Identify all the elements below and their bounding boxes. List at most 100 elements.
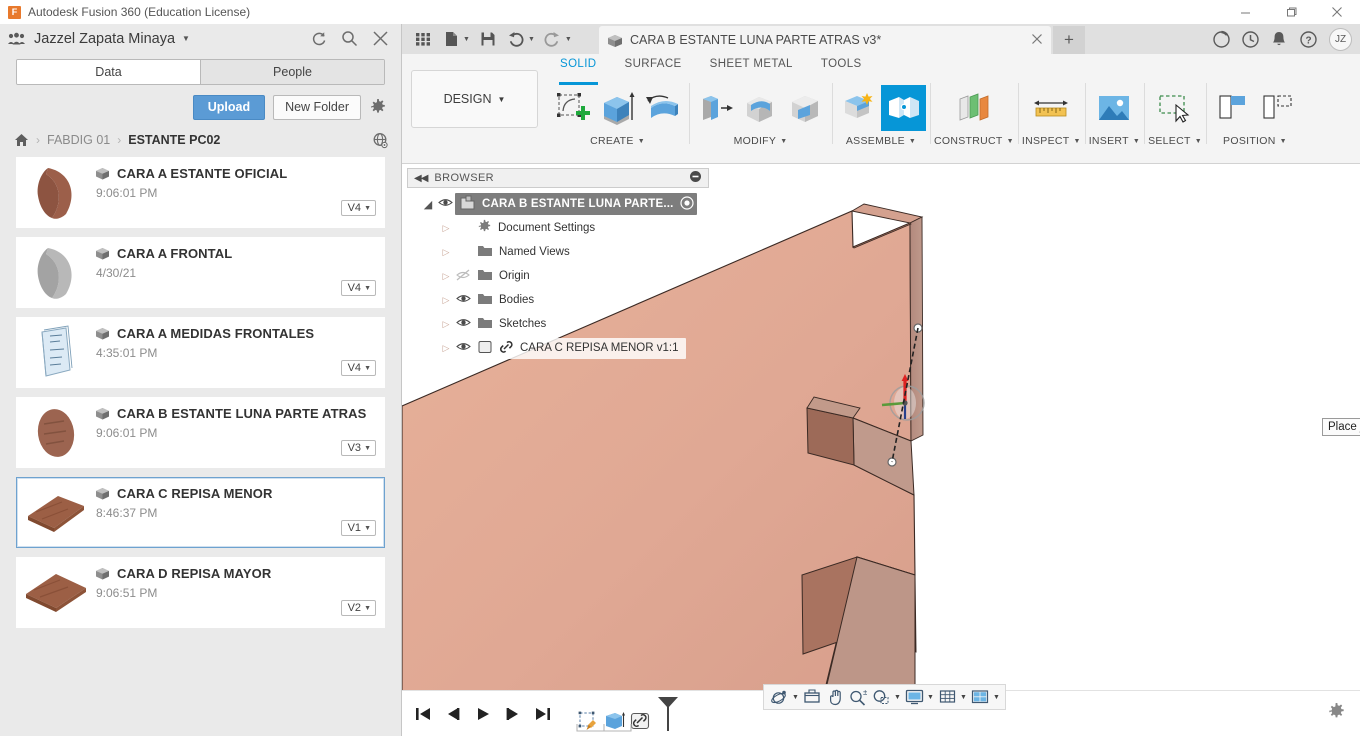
tab-surface[interactable]: SURFACE bbox=[611, 54, 696, 76]
shell-icon[interactable] bbox=[783, 85, 828, 131]
redo-icon[interactable] bbox=[540, 26, 566, 52]
document-tab[interactable]: CARA B ESTANTE LUNA PARTE ATRAS v3* bbox=[599, 26, 1051, 54]
step-forward-icon[interactable] bbox=[503, 704, 523, 724]
expand-arrow-icon[interactable]: ▷ bbox=[439, 223, 453, 234]
joint-icon[interactable] bbox=[881, 85, 926, 131]
workspace-selector[interactable]: DESIGN ▼ bbox=[411, 70, 538, 128]
tree-label-wrap[interactable]: Document Settings bbox=[473, 217, 603, 239]
gear-icon[interactable] bbox=[369, 98, 387, 116]
tree-node-named-views[interactable]: ▷ Named Views bbox=[407, 240, 709, 264]
orbit-icon[interactable] bbox=[768, 686, 790, 708]
avatar[interactable]: JZ bbox=[1329, 27, 1352, 51]
search-icon[interactable] bbox=[341, 30, 358, 47]
version-badge[interactable]: V3 ▼ bbox=[340, 440, 376, 456]
tab-sheet-metal[interactable]: SHEET METAL bbox=[696, 54, 807, 76]
ribbon-group-label[interactable]: ASSEMBLE ▼ bbox=[846, 131, 916, 151]
new-component-icon[interactable] bbox=[836, 85, 881, 131]
visibility-eye-icon[interactable] bbox=[453, 293, 473, 307]
ribbon-group-label[interactable]: MODIFY ▼ bbox=[734, 131, 788, 151]
chevron-down-icon[interactable]: ▼ bbox=[565, 36, 572, 43]
tab-tools[interactable]: TOOLS bbox=[807, 54, 876, 76]
list-item[interactable]: CARA D REPISA MAYOR 9:06:51 PM V2 ▼ bbox=[16, 557, 385, 628]
viewports-icon[interactable] bbox=[969, 686, 991, 708]
chevron-down-icon[interactable]: ▼ bbox=[182, 34, 190, 43]
version-badge[interactable]: V4 ▼ bbox=[340, 360, 376, 376]
app-grid-icon[interactable] bbox=[410, 26, 436, 52]
activate-component-icon[interactable] bbox=[679, 195, 694, 213]
refresh-icon[interactable] bbox=[310, 30, 327, 47]
press-pull-icon[interactable] bbox=[693, 85, 738, 131]
zoom-window-icon[interactable] bbox=[870, 686, 892, 708]
list-item[interactable]: CARA A ESTANTE OFICIAL 9:06:01 PM V4 ▼ bbox=[16, 157, 385, 228]
skip-to-end-icon[interactable] bbox=[533, 704, 553, 724]
tree-root-label-wrap[interactable]: CARA B ESTANTE LUNA PARTE... bbox=[455, 193, 697, 215]
ribbon-group-label[interactable]: CONSTRUCT ▼ bbox=[934, 131, 1014, 151]
recent-icon[interactable] bbox=[1237, 26, 1263, 52]
visibility-eye-icon[interactable] bbox=[453, 317, 473, 331]
expand-arrow-icon[interactable]: ▷ bbox=[439, 247, 453, 258]
chevron-down-icon[interactable]: ▼ bbox=[893, 694, 902, 701]
tree-label-wrap[interactable]: Sketches bbox=[473, 314, 554, 334]
chevron-down-icon[interactable]: ▼ bbox=[926, 694, 935, 701]
move-copy-icon[interactable] bbox=[1255, 85, 1300, 131]
expand-arrow-icon[interactable]: ◢ bbox=[421, 198, 435, 211]
user-name[interactable]: Jazzel Zapata Minaya bbox=[34, 31, 175, 47]
pan-icon[interactable] bbox=[824, 686, 846, 708]
close-panel-icon[interactable] bbox=[372, 30, 389, 47]
extrude-icon[interactable] bbox=[595, 85, 640, 131]
bell-icon[interactable] bbox=[1266, 26, 1292, 52]
offset-plane-icon[interactable] bbox=[951, 85, 996, 131]
expand-arrow-icon[interactable]: ▷ bbox=[439, 271, 453, 282]
list-item[interactable]: CARA A FRONTAL 4/30/21 V4 ▼ bbox=[16, 237, 385, 308]
chevron-down-icon[interactable]: ▼ bbox=[791, 694, 800, 701]
visibility-eye-icon[interactable] bbox=[453, 341, 473, 355]
new-file-icon[interactable] bbox=[438, 26, 464, 52]
skip-to-start-icon[interactable] bbox=[413, 704, 433, 724]
home-icon[interactable] bbox=[14, 133, 29, 147]
tree-label-wrap[interactable]: Bodies bbox=[473, 290, 542, 310]
insert-image-icon[interactable] bbox=[1092, 85, 1137, 131]
tree-node-linked-component[interactable]: ▷ CARA C REPISA MENOR v1:1 bbox=[407, 336, 709, 360]
list-item[interactable]: CARA B ESTANTE LUNA PARTE ATRAS 9:06:01 … bbox=[16, 397, 385, 468]
version-badge[interactable]: V1 ▼ bbox=[340, 520, 376, 536]
globe-icon[interactable] bbox=[372, 132, 389, 149]
breadcrumb-item-estante[interactable]: ESTANTE PC02 bbox=[128, 133, 220, 147]
gear-icon[interactable] bbox=[1327, 702, 1346, 726]
zoom-icon[interactable]: ± bbox=[847, 686, 869, 708]
list-item[interactable]: CARA A MEDIDAS FRONTALES 4:35:01 PM V4 ▼ bbox=[16, 317, 385, 388]
list-item-selected[interactable]: CARA C REPISA MENOR 8:46:37 PM V1 ▼ bbox=[16, 477, 385, 548]
breadcrumb-item-fabdig[interactable]: FABDIG 01 bbox=[47, 133, 110, 147]
chevron-down-icon[interactable]: ▼ bbox=[992, 694, 1001, 701]
version-badge[interactable]: V4 ▼ bbox=[340, 280, 376, 296]
minimize-button[interactable] bbox=[1222, 0, 1268, 24]
visibility-eye-icon[interactable] bbox=[435, 197, 455, 211]
step-back-icon[interactable] bbox=[443, 704, 463, 724]
undo-icon[interactable] bbox=[503, 26, 529, 52]
align-icon[interactable] bbox=[1210, 85, 1255, 131]
save-icon[interactable] bbox=[475, 26, 501, 52]
tab-data[interactable]: Data bbox=[17, 60, 200, 84]
version-badge[interactable]: V2 ▼ bbox=[340, 600, 376, 616]
tree-label-wrap[interactable]: Origin bbox=[473, 266, 537, 286]
new-folder-button[interactable]: New Folder bbox=[273, 94, 361, 120]
chevron-down-icon[interactable]: ▼ bbox=[528, 36, 535, 43]
tree-label-wrap[interactable]: CARA C REPISA MENOR v1:1 bbox=[473, 337, 686, 359]
job-status-icon[interactable] bbox=[1208, 26, 1234, 52]
expand-arrow-icon[interactable]: ▷ bbox=[439, 343, 453, 354]
ribbon-group-label[interactable]: CREATE ▼ bbox=[590, 131, 645, 151]
ribbon-group-label[interactable]: INSERT ▼ bbox=[1089, 131, 1140, 151]
display-settings-icon[interactable] bbox=[903, 686, 925, 708]
grid-snap-icon[interactable] bbox=[936, 686, 958, 708]
visibility-eye-off-icon[interactable] bbox=[453, 269, 473, 284]
chevron-down-icon[interactable]: ▼ bbox=[959, 694, 968, 701]
tree-node-root[interactable]: ◢ CARA B ESTANTE LUNA PARTE... bbox=[407, 192, 709, 216]
ribbon-group-label[interactable]: INSPECT ▼ bbox=[1022, 131, 1081, 151]
upload-button[interactable]: Upload bbox=[192, 94, 266, 120]
collapse-left-icon[interactable]: ◀◀ bbox=[414, 173, 428, 184]
version-badge[interactable]: V4 ▼ bbox=[340, 200, 376, 216]
new-tab-icon[interactable]: + bbox=[1053, 26, 1085, 54]
ribbon-group-label[interactable]: SELECT ▼ bbox=[1148, 131, 1202, 151]
tree-label-wrap[interactable]: Named Views bbox=[473, 242, 577, 262]
3d-viewport[interactable]: ◀◀ BROWSER ◢ CARA B ESTANTE LUNA PARTE..… bbox=[402, 165, 1360, 714]
maximize-button[interactable] bbox=[1268, 0, 1314, 24]
